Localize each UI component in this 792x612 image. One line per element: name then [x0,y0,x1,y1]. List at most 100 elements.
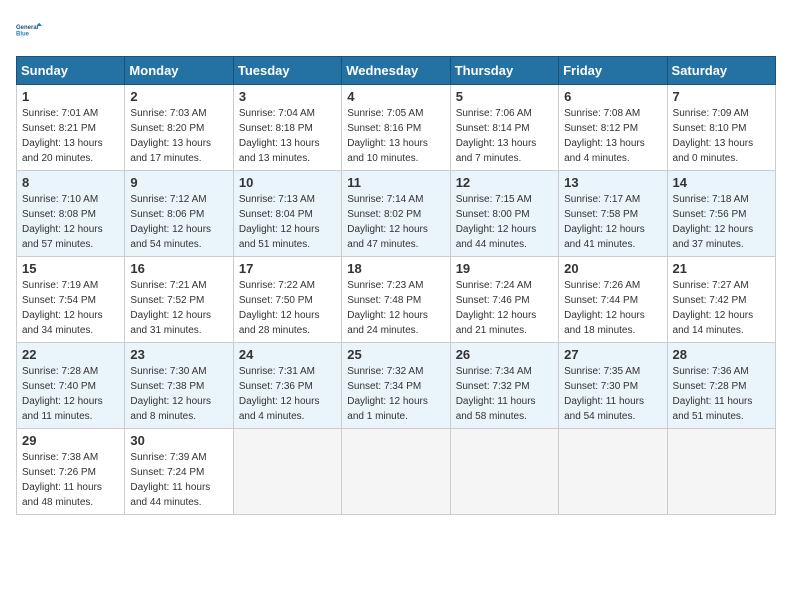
day-info: Sunrise: 7:32 AMSunset: 7:34 PMDaylight:… [347,364,444,424]
day-number: 27 [564,347,661,362]
calendar-week-row: 15 Sunrise: 7:19 AMSunset: 7:54 PMDaylig… [17,257,776,343]
weekday-header-row: SundayMondayTuesdayWednesdayThursdayFrid… [17,57,776,85]
calendar-week-row: 8 Sunrise: 7:10 AMSunset: 8:08 PMDayligh… [17,171,776,257]
day-info: Sunrise: 7:08 AMSunset: 8:12 PMDaylight:… [564,106,661,166]
day-info: Sunrise: 7:24 AMSunset: 7:46 PMDaylight:… [456,278,553,338]
day-info: Sunrise: 7:26 AMSunset: 7:44 PMDaylight:… [564,278,661,338]
day-number: 24 [239,347,336,362]
calendar-cell: 28 Sunrise: 7:36 AMSunset: 7:28 PMDaylig… [667,343,775,429]
calendar-cell: 22 Sunrise: 7:28 AMSunset: 7:40 PMDaylig… [17,343,125,429]
day-number: 11 [347,175,444,190]
day-info: Sunrise: 7:28 AMSunset: 7:40 PMDaylight:… [22,364,119,424]
calendar-cell: 21 Sunrise: 7:27 AMSunset: 7:42 PMDaylig… [667,257,775,343]
calendar-cell: 27 Sunrise: 7:35 AMSunset: 7:30 PMDaylig… [559,343,667,429]
calendar-cell [559,429,667,515]
day-info: Sunrise: 7:22 AMSunset: 7:50 PMDaylight:… [239,278,336,338]
calendar-week-row: 29 Sunrise: 7:38 AMSunset: 7:26 PMDaylig… [17,429,776,515]
day-info: Sunrise: 7:39 AMSunset: 7:24 PMDaylight:… [130,450,227,510]
day-info: Sunrise: 7:21 AMSunset: 7:52 PMDaylight:… [130,278,227,338]
calendar-week-row: 22 Sunrise: 7:28 AMSunset: 7:40 PMDaylig… [17,343,776,429]
calendar-cell: 19 Sunrise: 7:24 AMSunset: 7:46 PMDaylig… [450,257,558,343]
day-number: 21 [673,261,770,276]
day-info: Sunrise: 7:05 AMSunset: 8:16 PMDaylight:… [347,106,444,166]
day-number: 12 [456,175,553,190]
day-number: 14 [673,175,770,190]
weekday-header: Tuesday [233,57,341,85]
weekday-header: Friday [559,57,667,85]
calendar-cell: 16 Sunrise: 7:21 AMSunset: 7:52 PMDaylig… [125,257,233,343]
day-number: 20 [564,261,661,276]
calendar-cell: 12 Sunrise: 7:15 AMSunset: 8:00 PMDaylig… [450,171,558,257]
calendar-cell: 5 Sunrise: 7:06 AMSunset: 8:14 PMDayligh… [450,85,558,171]
weekday-header: Monday [125,57,233,85]
day-number: 23 [130,347,227,362]
calendar-cell: 11 Sunrise: 7:14 AMSunset: 8:02 PMDaylig… [342,171,450,257]
calendar-cell: 29 Sunrise: 7:38 AMSunset: 7:26 PMDaylig… [17,429,125,515]
calendar-cell: 3 Sunrise: 7:04 AMSunset: 8:18 PMDayligh… [233,85,341,171]
day-number: 28 [673,347,770,362]
day-info: Sunrise: 7:14 AMSunset: 8:02 PMDaylight:… [347,192,444,252]
weekday-header: Thursday [450,57,558,85]
day-number: 30 [130,433,227,448]
calendar-cell [233,429,341,515]
day-number: 13 [564,175,661,190]
calendar-cell: 6 Sunrise: 7:08 AMSunset: 8:12 PMDayligh… [559,85,667,171]
day-number: 29 [22,433,119,448]
calendar-cell: 30 Sunrise: 7:39 AMSunset: 7:24 PMDaylig… [125,429,233,515]
calendar-cell: 4 Sunrise: 7:05 AMSunset: 8:16 PMDayligh… [342,85,450,171]
weekday-header: Sunday [17,57,125,85]
day-info: Sunrise: 7:36 AMSunset: 7:28 PMDaylight:… [673,364,770,424]
calendar-cell: 15 Sunrise: 7:19 AMSunset: 7:54 PMDaylig… [17,257,125,343]
day-number: 19 [456,261,553,276]
svg-text:Blue: Blue [16,32,30,38]
calendar-cell [342,429,450,515]
logo: General Blue [16,16,44,44]
day-info: Sunrise: 7:31 AMSunset: 7:36 PMDaylight:… [239,364,336,424]
day-number: 18 [347,261,444,276]
day-info: Sunrise: 7:03 AMSunset: 8:20 PMDaylight:… [130,106,227,166]
day-info: Sunrise: 7:27 AMSunset: 7:42 PMDaylight:… [673,278,770,338]
day-number: 8 [22,175,119,190]
weekday-header: Saturday [667,57,775,85]
calendar-cell: 2 Sunrise: 7:03 AMSunset: 8:20 PMDayligh… [125,85,233,171]
page-header: General Blue [16,16,776,44]
day-number: 7 [673,89,770,104]
svg-text:General: General [16,25,39,31]
day-info: Sunrise: 7:38 AMSunset: 7:26 PMDaylight:… [22,450,119,510]
day-number: 2 [130,89,227,104]
day-number: 9 [130,175,227,190]
day-number: 4 [347,89,444,104]
weekday-header: Wednesday [342,57,450,85]
calendar-cell: 7 Sunrise: 7:09 AMSunset: 8:10 PMDayligh… [667,85,775,171]
day-info: Sunrise: 7:30 AMSunset: 7:38 PMDaylight:… [130,364,227,424]
day-number: 1 [22,89,119,104]
calendar-cell: 8 Sunrise: 7:10 AMSunset: 8:08 PMDayligh… [17,171,125,257]
calendar-cell: 26 Sunrise: 7:34 AMSunset: 7:32 PMDaylig… [450,343,558,429]
calendar-cell: 20 Sunrise: 7:26 AMSunset: 7:44 PMDaylig… [559,257,667,343]
calendar-cell: 9 Sunrise: 7:12 AMSunset: 8:06 PMDayligh… [125,171,233,257]
day-number: 6 [564,89,661,104]
day-info: Sunrise: 7:10 AMSunset: 8:08 PMDaylight:… [22,192,119,252]
day-info: Sunrise: 7:13 AMSunset: 8:04 PMDaylight:… [239,192,336,252]
day-number: 17 [239,261,336,276]
day-info: Sunrise: 7:23 AMSunset: 7:48 PMDaylight:… [347,278,444,338]
day-info: Sunrise: 7:01 AMSunset: 8:21 PMDaylight:… [22,106,119,166]
calendar-cell: 24 Sunrise: 7:31 AMSunset: 7:36 PMDaylig… [233,343,341,429]
calendar-cell: 13 Sunrise: 7:17 AMSunset: 7:58 PMDaylig… [559,171,667,257]
calendar-cell: 25 Sunrise: 7:32 AMSunset: 7:34 PMDaylig… [342,343,450,429]
day-number: 25 [347,347,444,362]
day-info: Sunrise: 7:15 AMSunset: 8:00 PMDaylight:… [456,192,553,252]
day-info: Sunrise: 7:34 AMSunset: 7:32 PMDaylight:… [456,364,553,424]
day-number: 15 [22,261,119,276]
day-info: Sunrise: 7:19 AMSunset: 7:54 PMDaylight:… [22,278,119,338]
day-info: Sunrise: 7:18 AMSunset: 7:56 PMDaylight:… [673,192,770,252]
calendar-cell [667,429,775,515]
calendar-cell: 18 Sunrise: 7:23 AMSunset: 7:48 PMDaylig… [342,257,450,343]
calendar-cell: 17 Sunrise: 7:22 AMSunset: 7:50 PMDaylig… [233,257,341,343]
day-number: 10 [239,175,336,190]
calendar-cell: 23 Sunrise: 7:30 AMSunset: 7:38 PMDaylig… [125,343,233,429]
day-info: Sunrise: 7:12 AMSunset: 8:06 PMDaylight:… [130,192,227,252]
day-info: Sunrise: 7:35 AMSunset: 7:30 PMDaylight:… [564,364,661,424]
day-info: Sunrise: 7:17 AMSunset: 7:58 PMDaylight:… [564,192,661,252]
day-info: Sunrise: 7:09 AMSunset: 8:10 PMDaylight:… [673,106,770,166]
